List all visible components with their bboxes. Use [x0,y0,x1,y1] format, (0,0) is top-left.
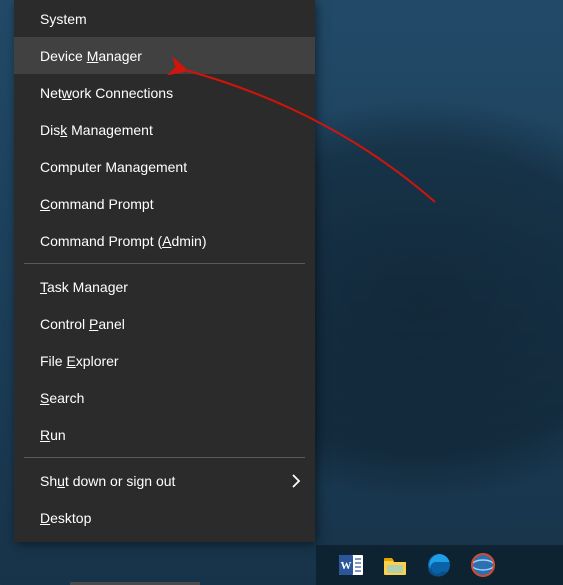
menu-separator [24,263,305,264]
menu-item[interactable]: Run [14,416,315,453]
menu-separator [24,457,305,458]
chevron-right-icon [291,474,301,488]
edge-icon[interactable] [424,550,454,580]
word-icon[interactable]: W [336,550,366,580]
menu-item-label: Device Manager [40,48,142,64]
menu-item[interactable]: Desktop [14,499,315,536]
menu-item[interactable]: Computer Management [14,148,315,185]
menu-item[interactable]: Task Manager [14,268,315,305]
menu-item[interactable]: Control Panel [14,305,315,342]
menu-item[interactable]: Search [14,379,315,416]
menu-item[interactable]: Shut down or sign out [14,462,315,499]
globe-app-icon[interactable] [468,550,498,580]
menu-item-label: Run [40,427,66,443]
svg-text:W: W [341,560,352,572]
winx-context-menu: System Device Manager Network Connections D… [14,0,315,542]
menu-item[interactable]: Network Connections [14,74,315,111]
menu-item-label: System [40,11,87,27]
menu-item-label: Disk Management [40,122,153,138]
menu-item-label: Search [40,390,84,406]
taskbar: W [316,545,563,585]
menu-item-label: Network Connections [40,85,173,101]
menu-item-label: Desktop [40,510,91,526]
file-explorer-icon[interactable] [380,550,410,580]
menu-item[interactable]: Command Prompt [14,185,315,222]
menu-item-label: Control Panel [40,316,125,332]
menu-item[interactable]: Device Manager [14,37,315,74]
menu-item[interactable]: File Explorer [14,342,315,379]
menu-item-label: Shut down or sign out [40,473,175,489]
menu-item[interactable]: System [14,0,315,37]
menu-item-label: File Explorer [40,353,119,369]
menu-item-label: Command Prompt (Admin) [40,233,207,249]
menu-item-label: Computer Management [40,159,187,175]
menu-item-label: Task Manager [40,279,128,295]
menu-item-label: Command Prompt [40,196,154,212]
menu-item[interactable]: Disk Management [14,111,315,148]
menu-item[interactable]: Command Prompt (Admin) [14,222,315,259]
